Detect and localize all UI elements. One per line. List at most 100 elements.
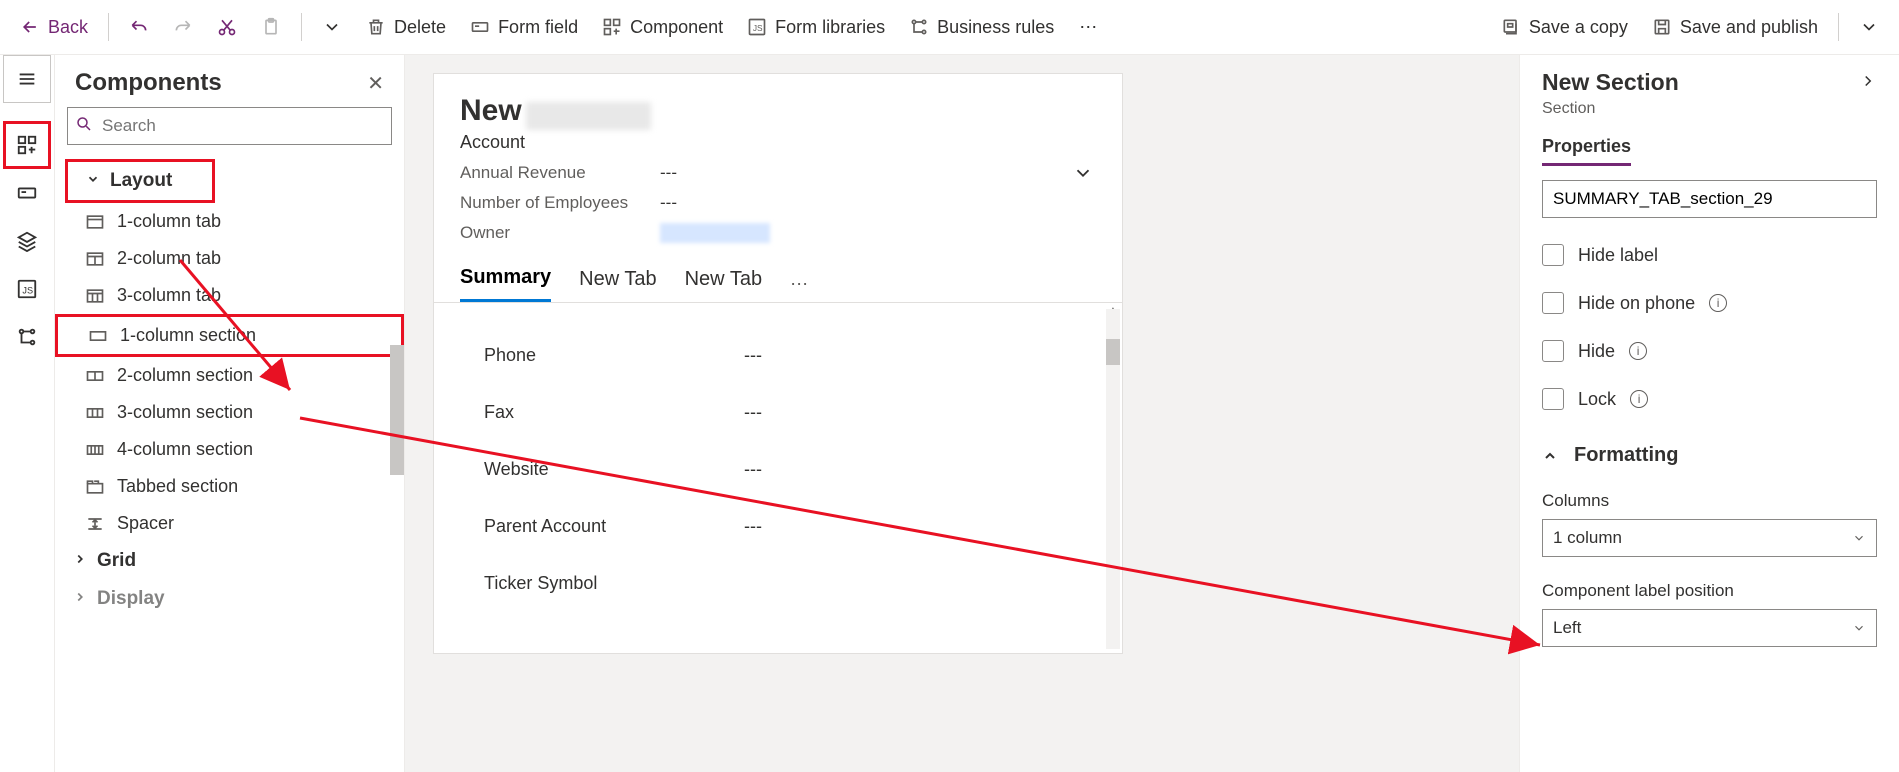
panel-scrollbar[interactable] [390,345,404,475]
rules-icon [909,17,929,37]
item-4col-section[interactable]: 4-column section [55,431,404,468]
tab-summary[interactable]: Summary [460,266,551,302]
group-grid[interactable]: Grid [55,542,404,580]
item-label: 1-column tab [117,211,221,232]
columns-label: Columns [1542,491,1877,511]
form-card: New Account Annual Revenue--- Number of … [433,73,1123,654]
chevron-right-icon [73,588,87,610]
columns-value: 1 column [1553,528,1622,548]
label-position-select[interactable]: Left [1542,609,1877,647]
rail-layers[interactable] [3,217,51,265]
item-3col-tab[interactable]: 3-column tab [55,277,404,314]
business-rules-button[interactable]: Business rules [899,11,1064,44]
header-expand[interactable] [1072,162,1094,187]
item-label: 4-column section [117,439,253,460]
trash-icon [366,17,386,37]
paste-button[interactable] [251,11,291,43]
back-button[interactable]: Back [10,11,98,44]
tab3-icon [85,286,105,306]
item-2col-section[interactable]: 2-column section [55,357,404,394]
info-icon[interactable]: i [1629,342,1647,360]
form-field-label: Form field [498,17,578,38]
group-display[interactable]: Display [55,580,404,618]
search-input[interactable] [67,107,392,145]
group-grid-label: Grid [97,550,136,572]
command-bar: Back Delete Form field Component JS Form… [0,0,1899,55]
overflow-button[interactable]: ⋯ [1068,11,1108,43]
item-label: 3-column tab [117,285,221,306]
info-icon[interactable]: i [1630,390,1648,408]
rail-rules[interactable] [3,313,51,361]
item-tabbed-section[interactable]: Tabbed section [55,468,404,505]
rail-form-field[interactable] [3,169,51,217]
panel-title: Components [75,69,222,97]
props-subtitle: Section [1542,100,1877,118]
form-libraries-button[interactable]: JS Form libraries [737,11,895,44]
item-label: 2-column section [117,365,253,386]
hide-text: Hide [1578,341,1615,362]
owner-redacted [660,223,770,243]
rail-js[interactable]: JS [3,265,51,313]
tab-new2[interactable]: New Tab [685,268,762,301]
save-publish-button[interactable]: Save and publish [1642,11,1828,44]
row-value[interactable]: --- [744,459,762,480]
group-layout[interactable]: Layout [65,159,215,203]
label-position-value: Left [1553,618,1581,638]
row-label: Ticker Symbol [484,573,744,594]
delete-button[interactable]: Delete [356,11,456,44]
close-panel-button[interactable]: ✕ [367,71,384,96]
props-tab-properties[interactable]: Properties [1542,136,1631,166]
field-label: Owner [460,223,640,248]
item-label: Tabbed section [117,476,238,497]
hide-phone-checkbox[interactable] [1542,292,1564,314]
tab-new1[interactable]: New Tab [579,268,656,301]
form-scrollbar-thumb[interactable] [1106,339,1120,365]
row-value[interactable]: --- [744,402,762,423]
rail-components[interactable] [3,121,51,169]
hamburger-button[interactable] [3,55,51,103]
section-name-input[interactable] [1542,180,1877,218]
component-button[interactable]: Component [592,11,733,44]
item-1col-tab[interactable]: 1-column tab [55,203,404,240]
item-label: Spacer [117,513,174,534]
item-1col-section[interactable]: 1-column section [55,314,404,357]
cut-icon [217,17,237,37]
cut-button[interactable] [207,11,247,43]
chevron-button[interactable] [312,11,352,43]
tabs-overflow[interactable]: ⋯ [790,274,808,295]
item-2col-tab[interactable]: 2-column tab [55,240,404,277]
formatting-header[interactable]: Formatting [1542,444,1877,467]
sec2-icon [85,366,105,386]
group-display-label: Display [97,588,165,610]
columns-select[interactable]: 1 column [1542,519,1877,557]
item-3col-section[interactable]: 3-column section [55,394,404,431]
hide-phone-text: Hide on phone [1578,293,1695,314]
save-copy-button[interactable]: Save a copy [1491,11,1638,44]
row-value[interactable]: --- [744,345,762,366]
hide-label-text: Hide label [1578,245,1658,266]
item-label: 1-column section [120,325,256,346]
publish-chevron[interactable] [1849,11,1889,43]
props-title: New Section [1542,69,1679,96]
properties-pane: New Section Section Properties Hide labe… [1519,55,1899,772]
row-value[interactable]: --- [744,516,762,537]
form-field-icon [470,17,490,37]
redo-icon [173,17,193,37]
info-icon[interactable]: i [1709,294,1727,312]
hide-label-checkbox[interactable] [1542,244,1564,266]
undo-button[interactable] [119,11,159,43]
save-copy-icon [1501,17,1521,37]
undo-icon [129,17,149,37]
business-rules-label: Business rules [937,17,1054,38]
field-value: --- [660,163,677,183]
lock-text: Lock [1578,389,1616,410]
redo-button[interactable] [163,11,203,43]
entity-label: Account [460,132,1096,153]
item-spacer[interactable]: Spacer [55,505,404,542]
form-field-button[interactable]: Form field [460,11,588,44]
left-rail: JS [0,55,55,772]
props-expand[interactable] [1859,72,1877,93]
field-label: Number of Employees [460,193,640,213]
lock-checkbox[interactable] [1542,388,1564,410]
hide-checkbox[interactable] [1542,340,1564,362]
